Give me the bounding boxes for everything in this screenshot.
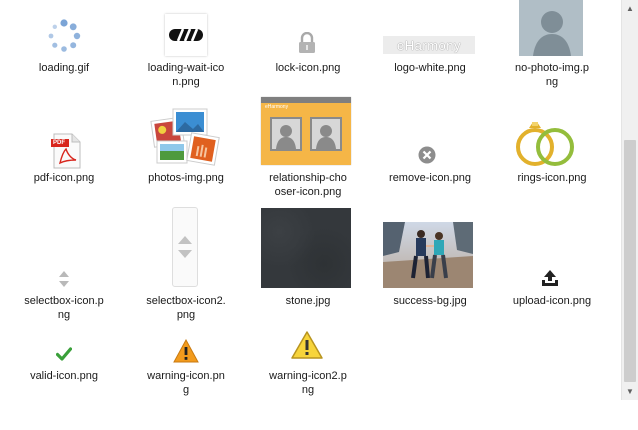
upload-arrow-icon <box>540 268 560 288</box>
file-label: selectbox-icon.p ng <box>24 295 104 321</box>
file-item-remove-icon[interactable]: remove-icon.png <box>371 100 489 210</box>
file-label: photos-img.png <box>148 172 224 184</box>
chooser-photo-left <box>270 117 302 151</box>
photos-thumbnail <box>149 105 221 167</box>
logo-white-thumbnail: eHarmony <box>383 36 475 54</box>
file-label: loading-wait-ico n.png <box>147 62 225 88</box>
file-label: loading.gif <box>38 62 90 74</box>
chooser-photo-right <box>310 117 342 151</box>
warning-triangle-icon <box>173 339 199 363</box>
file-item-no-photo-img[interactable]: no-photo-img.p ng <box>493 0 611 110</box>
loading-spinner-icon <box>46 18 82 54</box>
file-label: stone.jpg <box>285 295 331 307</box>
file-item-selectbox-icon[interactable]: selectbox-icon.p ng <box>5 210 123 321</box>
file-item-selectbox-icon2[interactable]: selectbox-icon2. png <box>127 207 245 321</box>
file-item-logo-white[interactable]: eHarmony logo-white.png <box>371 0 489 110</box>
file-label: lock-icon.png <box>275 62 341 74</box>
file-item-lock-icon[interactable]: lock-icon.png <box>249 0 367 110</box>
file-label: warning-icon.pn g <box>147 370 225 396</box>
file-grid-view: loading.gif loading-wait-ico n.png lock-… <box>0 0 621 400</box>
couple-photo-thumbnail <box>383 222 473 288</box>
file-item-photos-img[interactable]: photos-img.png <box>127 100 245 210</box>
loading-bar-icon <box>165 14 207 56</box>
file-item-relationship-chooser-icon[interactable]: eHarmony relationship-cho oser-icon.png <box>249 97 367 210</box>
file-item-warning-icon2[interactable]: warning-icon2.p ng <box>249 320 367 430</box>
file-item-loading-wait-icon[interactable]: loading-wait-ico n.png <box>127 0 245 110</box>
file-label: remove-icon.png <box>389 172 471 184</box>
wedding-rings-icon <box>511 118 579 170</box>
file-label: relationship-cho oser-icon.png <box>269 172 347 198</box>
file-item-stone[interactable]: stone.jpg <box>249 208 367 320</box>
file-item-success-bg[interactable]: success-bg.jpg <box>371 210 489 320</box>
file-label: rings-icon.png <box>517 172 587 184</box>
relationship-chooser-thumbnail: eHarmony <box>261 97 351 165</box>
file-item-pdf-icon[interactable]: PDF pdf-icon.png <box>5 100 123 210</box>
file-label: selectbox-icon2. png <box>146 295 226 321</box>
no-photo-thumbnail <box>519 0 583 56</box>
file-label: valid-icon.png <box>30 370 98 382</box>
scrollbar-thumb[interactable] <box>624 140 636 382</box>
stone-texture-thumbnail <box>261 208 351 288</box>
updown-arrows-icon <box>57 270 71 288</box>
file-item-loading-gif[interactable]: loading.gif <box>5 0 123 110</box>
file-item-upload-icon[interactable]: upload-icon.png <box>493 210 611 320</box>
file-label: logo-white.png <box>394 62 466 74</box>
file-label: success-bg.jpg <box>393 295 467 307</box>
select-box-thumbnail <box>172 207 198 287</box>
chooser-header-bar <box>261 97 351 103</box>
scroll-down-arrow-icon[interactable]: ▼ <box>622 383 638 400</box>
file-label: no-photo-img.p ng <box>515 62 589 88</box>
warning-triangle-icon <box>289 328 325 362</box>
file-item-valid-icon[interactable]: valid-icon.png <box>5 320 123 430</box>
file-label: upload-icon.png <box>512 295 592 307</box>
checkmark-icon <box>55 345 73 363</box>
scroll-up-arrow-icon[interactable]: ▲ <box>622 0 638 17</box>
file-label: warning-icon2.p ng <box>269 370 347 396</box>
file-item-warning-icon[interactable]: warning-icon.pn g <box>127 320 245 430</box>
lock-icon <box>296 32 318 54</box>
pdf-file-icon: PDF <box>49 133 83 169</box>
file-label: pdf-icon.png <box>33 172 95 184</box>
remove-x-icon <box>417 145 437 165</box>
vertical-scrollbar[interactable]: ▲ ▼ <box>621 0 638 400</box>
file-item-rings-icon[interactable]: rings-icon.png <box>493 100 611 210</box>
